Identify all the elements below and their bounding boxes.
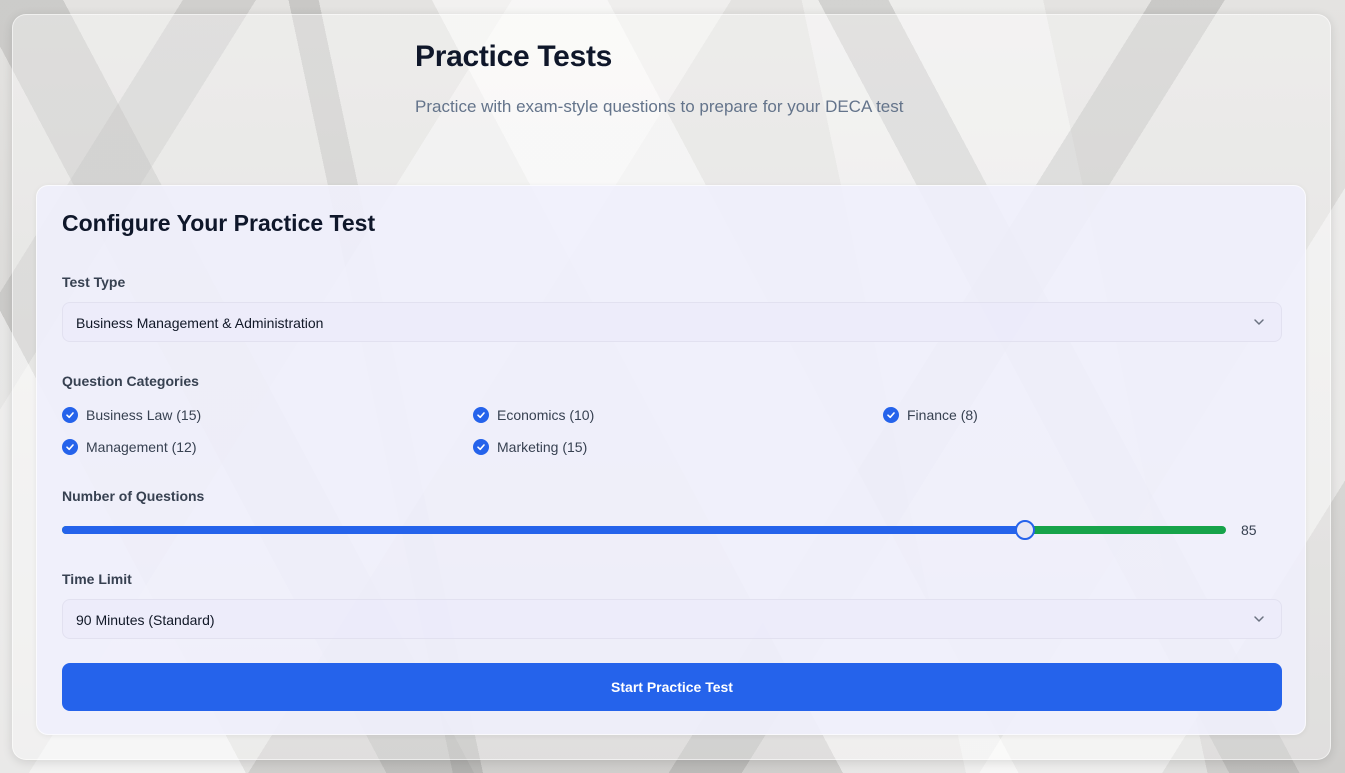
check-icon — [883, 407, 899, 423]
card-title: Configure Your Practice Test — [62, 210, 376, 236]
test-type-select[interactable]: Business Management & Administration — [62, 302, 1282, 342]
start-practice-test-button[interactable]: Start Practice Test — [62, 663, 1282, 711]
number-of-questions-label: Number of Questions — [62, 488, 205, 504]
test-type-label: Test Type — [62, 274, 126, 290]
category-checkbox-economics[interactable]: Economics (10) — [473, 405, 594, 425]
category-label: Economics (10) — [497, 407, 595, 423]
slider-thumb[interactable] — [1014, 520, 1035, 540]
questions-slider[interactable] — [62, 520, 1226, 540]
category-label: Management (12) — [86, 439, 197, 455]
chevron-down-icon — [1254, 616, 1264, 622]
category-label: Business Law (15) — [86, 407, 202, 423]
questions-count: 85 — [1241, 522, 1257, 538]
category-checkbox-business-law[interactable]: Business Law (15) — [62, 405, 201, 425]
category-label: Marketing (15) — [497, 439, 588, 455]
configure-test-card: Configure Your Practice Test Test Type B… — [36, 185, 1306, 735]
chevron-down-icon — [1254, 319, 1264, 325]
slider-fill — [62, 526, 1025, 534]
check-icon — [473, 407, 489, 423]
category-checkbox-management[interactable]: Management (12) — [62, 437, 197, 457]
time-limit-label: Time Limit — [62, 571, 132, 587]
category-checkbox-marketing[interactable]: Marketing (15) — [473, 437, 587, 457]
check-icon — [62, 407, 78, 423]
time-limit-value: 90 Minutes (Standard) — [76, 612, 215, 628]
category-label: Finance (8) — [907, 407, 978, 423]
question-categories-label: Question Categories — [62, 373, 199, 389]
time-limit-select[interactable]: 90 Minutes (Standard) — [62, 599, 1282, 639]
check-icon — [473, 439, 489, 455]
check-icon — [62, 439, 78, 455]
page-subtitle: Practice with exam-style questions to pr… — [415, 97, 904, 116]
category-checkbox-finance[interactable]: Finance (8) — [883, 405, 978, 425]
page-title: Practice Tests — [415, 40, 613, 73]
test-type-value: Business Management & Administration — [76, 315, 324, 331]
